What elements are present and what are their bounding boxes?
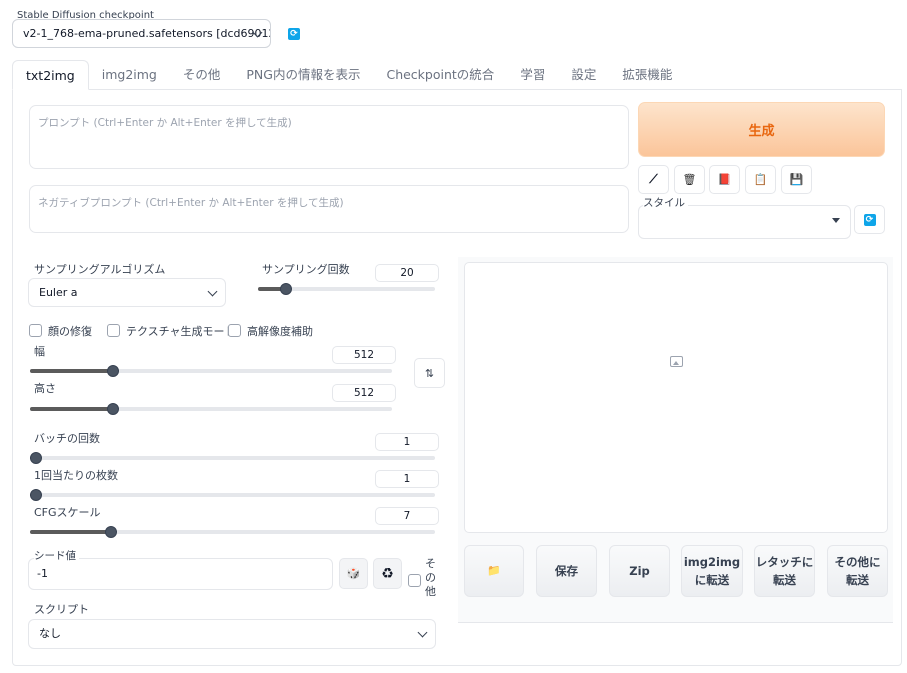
- recycle-icon: ♻: [381, 565, 394, 582]
- checkpoint-value: v2-1_768-ema-pruned.safetensors [dcd6901…: [23, 27, 271, 40]
- batch-count-input[interactable]: 1: [375, 433, 439, 451]
- style-label: スタイル: [643, 195, 688, 210]
- restore-faces-label: 顔の修復: [48, 325, 92, 338]
- seed-label: シード値: [34, 548, 79, 563]
- script-value: なし: [39, 627, 61, 640]
- negative-prompt-placeholder: ネガティブプロンプト (Ctrl+Enter か Alt+Enter を押して生…: [38, 197, 344, 209]
- caret-down-icon: [832, 218, 840, 223]
- sampler-select[interactable]: Euler a: [28, 278, 226, 307]
- batch-count-slider[interactable]: [30, 452, 435, 464]
- pencil-icon: ⟋: [649, 172, 658, 186]
- folder-icon: 📁: [487, 564, 501, 577]
- tab-img2img[interactable]: img2img: [89, 60, 170, 90]
- save-icon: 💾: [789, 173, 804, 186]
- width-label: 幅: [34, 345, 45, 358]
- refresh-icon: ⟳: [863, 213, 876, 226]
- checkpoint-refresh-button[interactable]: ⟳: [284, 24, 304, 44]
- script-select[interactable]: なし: [28, 619, 436, 649]
- cfg-scale-slider-fill: [30, 530, 111, 534]
- save-button[interactable]: 保存: [536, 545, 597, 597]
- image-placeholder-icon: [670, 356, 683, 367]
- checkpoint-select[interactable]: v2-1_768-ema-pruned.safetensors [dcd6901…: [12, 19, 271, 48]
- batch-count-label: バッチの回数: [34, 432, 100, 445]
- dice-icon: 🎲: [346, 567, 361, 580]
- steps-input[interactable]: 20: [375, 264, 439, 282]
- send-to-img2img-button[interactable]: img2img に転送: [681, 545, 743, 597]
- cfg-scale-slider-thumb[interactable]: [105, 526, 117, 538]
- clipboard-icon: 📋: [753, 173, 768, 186]
- refresh-icon: ⟳: [288, 28, 300, 40]
- steps-label: サンプリング回数: [262, 263, 350, 276]
- reuse-seed-button[interactable]: ♻: [373, 558, 402, 589]
- swap-icon: ⇅: [424, 366, 435, 380]
- batch-count-slider-thumb[interactable]: [30, 452, 42, 464]
- hires-fix-label: 高解像度補助: [247, 325, 313, 338]
- send-to-inpaint-button[interactable]: レタッチに 転送: [754, 545, 815, 597]
- clear-prompt-button[interactable]: 🗑: [674, 165, 705, 194]
- chevron-down-icon: [417, 627, 428, 638]
- steps-slider[interactable]: [258, 283, 435, 295]
- width-slider-fill: [30, 369, 114, 373]
- random-seed-button[interactable]: 🎲: [339, 558, 368, 589]
- tiling-checkbox[interactable]: [107, 324, 120, 337]
- hires-fix-checkbox[interactable]: [228, 324, 241, 337]
- save-style-button[interactable]: 💾: [781, 165, 812, 194]
- sampler-label: サンプリングアルゴリズム: [34, 263, 166, 276]
- height-label: 高さ: [34, 382, 56, 395]
- swap-dimensions-button[interactable]: ⇅: [414, 358, 445, 388]
- style-select[interactable]: [638, 205, 851, 239]
- prompt-input[interactable]: プロンプト (Ctrl+Enter か Alt+Enter を押して生成): [29, 105, 629, 169]
- tiling-label: テクスチャ生成モード: [126, 325, 236, 338]
- tab-extras[interactable]: その他: [170, 60, 234, 90]
- script-label: スクリプト: [34, 603, 89, 616]
- apply-style-button[interactable]: 📋: [745, 165, 776, 194]
- extra-seed-label: その他: [425, 557, 436, 598]
- negative-prompt-input[interactable]: ネガティブプロンプト (Ctrl+Enter か Alt+Enter を押して生…: [29, 185, 629, 233]
- read-params-button[interactable]: ⟋: [638, 165, 669, 194]
- tab-extensions[interactable]: 拡張機能: [609, 60, 685, 90]
- tab-png-info[interactable]: PNG内の情報を表示: [233, 60, 373, 90]
- trash-icon: 🗑: [682, 173, 697, 186]
- chevron-down-icon: [207, 286, 218, 297]
- batch-size-slider[interactable]: [30, 489, 435, 501]
- sampler-value: Euler a: [39, 286, 78, 299]
- height-slider-fill: [30, 407, 114, 411]
- seed-value: -1: [37, 567, 48, 580]
- width-slider[interactable]: [30, 365, 392, 377]
- output-gallery: [464, 262, 888, 533]
- tab-train[interactable]: 学習: [507, 60, 558, 90]
- zip-button[interactable]: Zip: [609, 545, 670, 597]
- batch-size-label: 1回当たりの枚数: [34, 469, 118, 482]
- send-to-extras-button[interactable]: その他に 転送: [827, 545, 888, 597]
- width-input[interactable]: 512: [332, 346, 396, 364]
- cfg-scale-label: CFGスケール: [34, 506, 101, 519]
- batch-size-input[interactable]: 1: [375, 470, 439, 488]
- tab-settings[interactable]: 設定: [558, 60, 609, 90]
- batch-size-slider-thumb[interactable]: [30, 489, 42, 501]
- tab-txt2img[interactable]: txt2img: [12, 60, 89, 90]
- height-slider[interactable]: [30, 403, 392, 415]
- generate-button[interactable]: 生成: [638, 102, 885, 157]
- cfg-scale-input[interactable]: 7: [375, 507, 439, 525]
- tab-bar: txt2img img2img その他 PNG内の情報を表示 Checkpoin…: [12, 60, 685, 90]
- tab-checkpoint-merger[interactable]: Checkpointの統合: [373, 60, 507, 90]
- prompt-placeholder: プロンプト (Ctrl+Enter か Alt+Enter を押して生成): [38, 117, 292, 129]
- restore-faces-checkbox[interactable]: [29, 324, 42, 337]
- style-refresh-button[interactable]: ⟳: [854, 205, 885, 234]
- height-input[interactable]: 512: [332, 384, 396, 402]
- extra-seed-checkbox[interactable]: [408, 574, 421, 587]
- style-apply-icon: 📕: [717, 173, 732, 186]
- cfg-scale-slider[interactable]: [30, 526, 435, 538]
- open-folder-button[interactable]: 📁: [464, 545, 524, 597]
- show-extra-networks-button[interactable]: 📕: [709, 165, 740, 194]
